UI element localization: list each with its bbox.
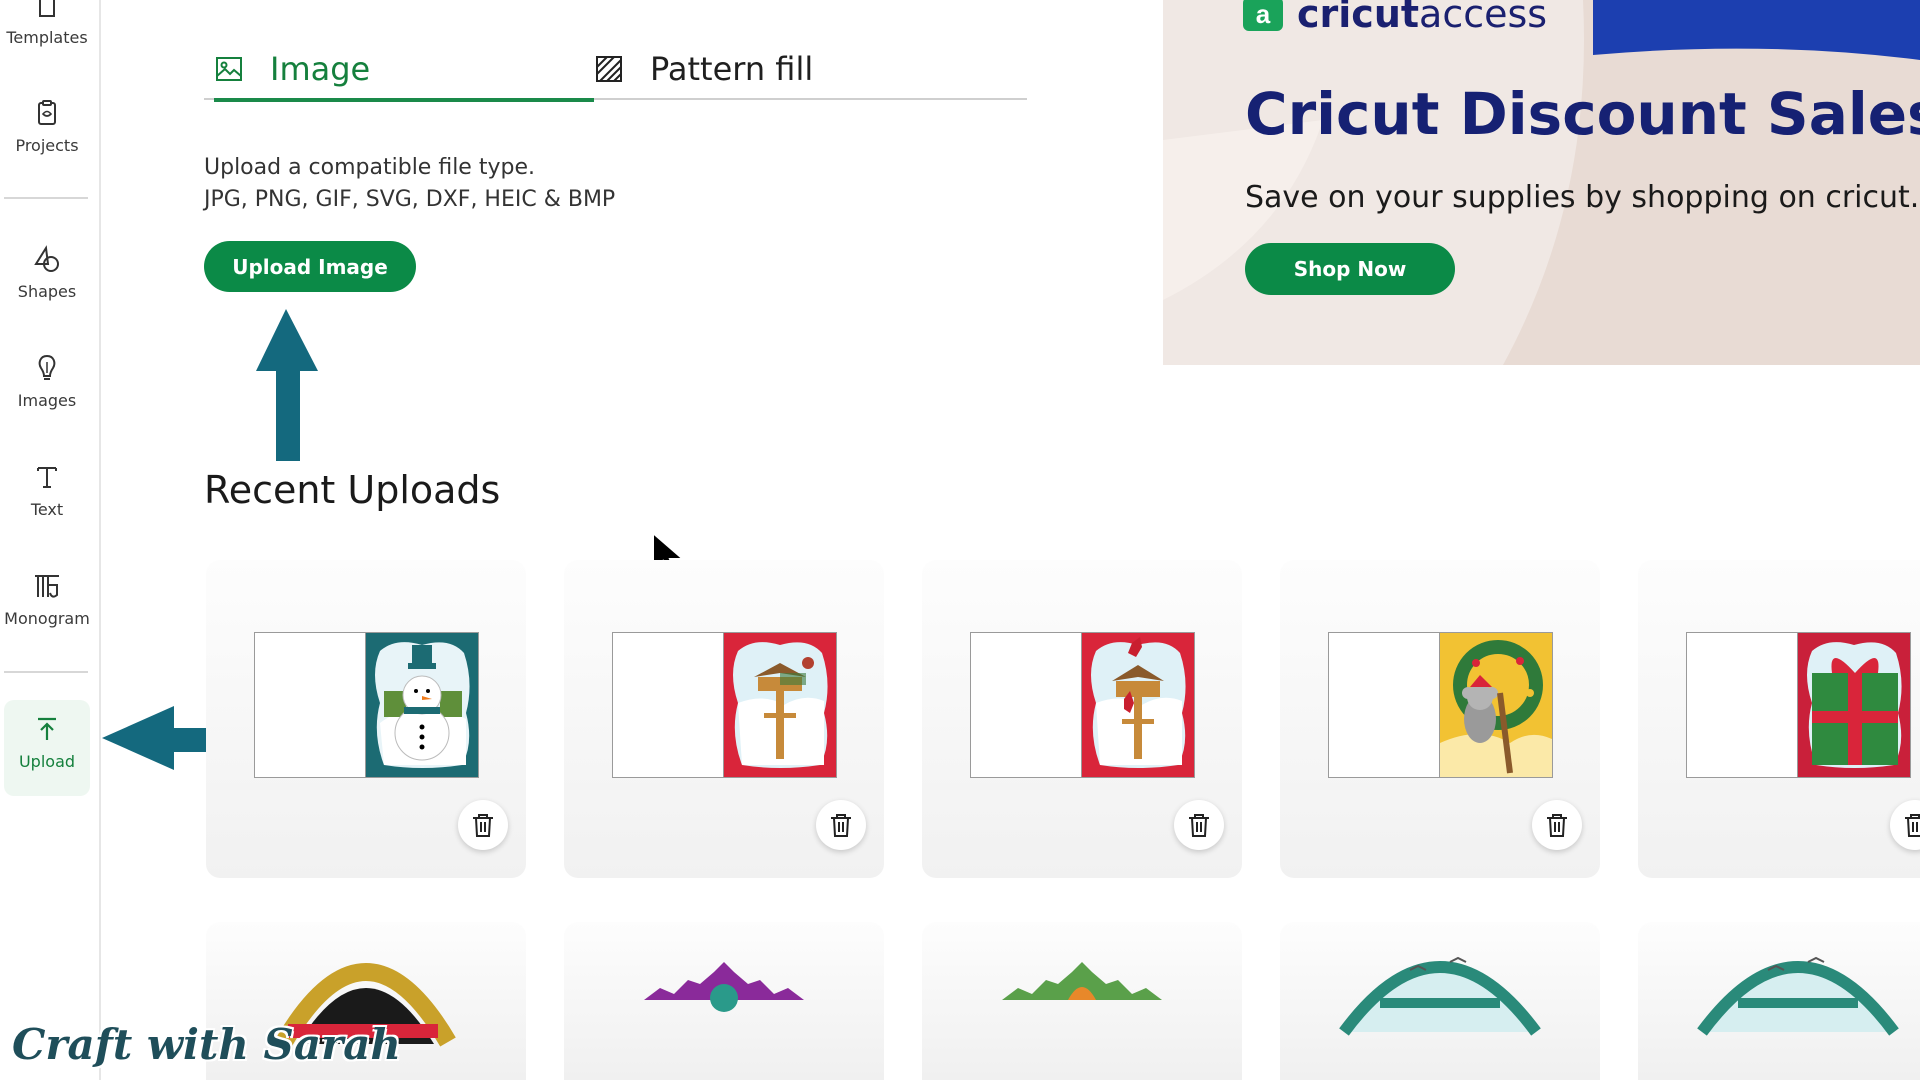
- upload-card-cardinal-birdhouse[interactable]: [922, 560, 1242, 878]
- sidebar-item-text[interactable]: Text: [4, 448, 90, 544]
- delete-upload-button[interactable]: [816, 800, 866, 850]
- christmas-present-artwork: [1807, 642, 1902, 768]
- tab-pattern-fill[interactable]: Pattern fill: [594, 40, 813, 98]
- sidebar-divider: [4, 197, 88, 199]
- delete-upload-button[interactable]: [458, 800, 508, 850]
- trash-icon: [1547, 814, 1567, 837]
- sidebar-item-label: Monogram: [4, 609, 90, 628]
- cricut-access-ad[interactable]: a cricutaccess Cricut Discount Sales Sav…: [1163, 0, 1920, 365]
- purple-mandala-artwork: [644, 962, 804, 1012]
- trash-icon: [831, 814, 851, 837]
- upload-card-seaside-arch-2[interactable]: [1638, 922, 1920, 1080]
- upload-card-seaside-arch[interactable]: [1280, 922, 1600, 1080]
- ad-title: Cricut Discount Sales: [1245, 80, 1920, 148]
- trash-icon: [1189, 814, 1209, 837]
- file-type-hint: Upload a compatible file type.: [204, 155, 535, 180]
- lightbulb-icon: [38, 354, 56, 380]
- sidebar-item-label: Projects: [15, 136, 79, 155]
- green-mandala-artwork: [1002, 962, 1162, 1000]
- upload-card-snowman[interactable]: [206, 560, 526, 878]
- upload-card-purple-mandala[interactable]: [564, 922, 884, 1080]
- delete-upload-button[interactable]: [1890, 800, 1920, 850]
- monogram-icon: [35, 575, 59, 598]
- upload-card-green-mandala[interactable]: [922, 922, 1242, 1080]
- recent-uploads-title: Recent Uploads: [204, 468, 501, 512]
- sidebar-item-label: Shapes: [17, 282, 77, 301]
- upload-thumbnail[interactable]: [254, 632, 479, 778]
- sidebar-item-label: Upload: [18, 752, 76, 771]
- delete-upload-button[interactable]: [1174, 800, 1224, 850]
- sidebar-item-shapes[interactable]: Shapes: [4, 230, 90, 326]
- sidebar-item-templates[interactable]: Templates: [4, 0, 90, 72]
- seaside-arch-artwork: [1697, 956, 1899, 1036]
- sidebar-divider: [4, 671, 88, 673]
- pattern-fill-icon: [596, 56, 622, 82]
- shop-now-button[interactable]: Shop Now: [1245, 243, 1455, 295]
- sidebar-item-images[interactable]: Images: [4, 339, 90, 435]
- upload-thumbnail[interactable]: [1686, 632, 1911, 778]
- sidebar-item-projects[interactable]: Projects: [4, 84, 90, 180]
- sidebar-item-label: Text: [30, 500, 64, 519]
- koala-wreath-artwork: [1440, 640, 1552, 777]
- craft-with-sarah-watermark: Craft with Sarah: [12, 1020, 401, 1069]
- shapes-icon: [34, 245, 59, 272]
- upload-card-christmas-present[interactable]: [1638, 560, 1920, 878]
- annotation-up-arrow: [256, 309, 318, 461]
- tab-image[interactable]: Image: [214, 40, 595, 102]
- tab-label: Pattern fill: [650, 50, 814, 88]
- sidebar-item-monogram[interactable]: Monogram: [4, 557, 90, 653]
- file-type-list: JPG, PNG, GIF, SVG, DXF, HEIC & BMP: [204, 187, 616, 212]
- sidebar-item-upload[interactable]: Upload: [4, 700, 90, 796]
- upload-icon: [38, 717, 56, 740]
- upload-type-tabs: Image Pattern fill: [204, 0, 1027, 102]
- ad-subtitle: Save on your supplies by shopping on cri…: [1245, 180, 1920, 215]
- access-badge: a: [1243, 0, 1283, 31]
- upload-card-robin-birdhouse[interactable]: [564, 560, 884, 878]
- upload-thumbnail[interactable]: [612, 632, 837, 778]
- trash-icon: [473, 814, 493, 837]
- left-sidebar: Templates Projects Shapes Images Text Mo…: [0, 0, 101, 1080]
- cardinal-birdhouse-artwork: [1091, 637, 1186, 768]
- image-icon: [216, 57, 242, 81]
- snowman-artwork: [375, 642, 470, 768]
- trash-icon: [1905, 814, 1920, 837]
- templates-icon: [39, 0, 55, 17]
- upload-image-button[interactable]: Upload Image: [204, 241, 416, 292]
- robin-birdhouse-artwork: [733, 642, 828, 768]
- sidebar-item-label: Templates: [6, 28, 88, 47]
- projects-icon: [38, 100, 56, 125]
- brand-light: access: [1419, 0, 1548, 36]
- tab-label: Image: [270, 50, 371, 88]
- sidebar-item-label: Images: [17, 391, 77, 410]
- text-icon: [37, 467, 57, 488]
- seaside-arch-artwork: [1339, 956, 1541, 1036]
- upload-instructions: Upload a compatible file type. JPG, PNG,…: [204, 152, 615, 216]
- brand-bold: cricut: [1297, 0, 1420, 36]
- upload-thumbnail[interactable]: [970, 632, 1195, 778]
- delete-upload-button[interactable]: [1532, 800, 1582, 850]
- upload-card-koala-wreath[interactable]: [1280, 560, 1600, 878]
- cricut-access-logo: a cricutaccess: [1243, 0, 1547, 36]
- upload-thumbnail[interactable]: [1328, 632, 1553, 778]
